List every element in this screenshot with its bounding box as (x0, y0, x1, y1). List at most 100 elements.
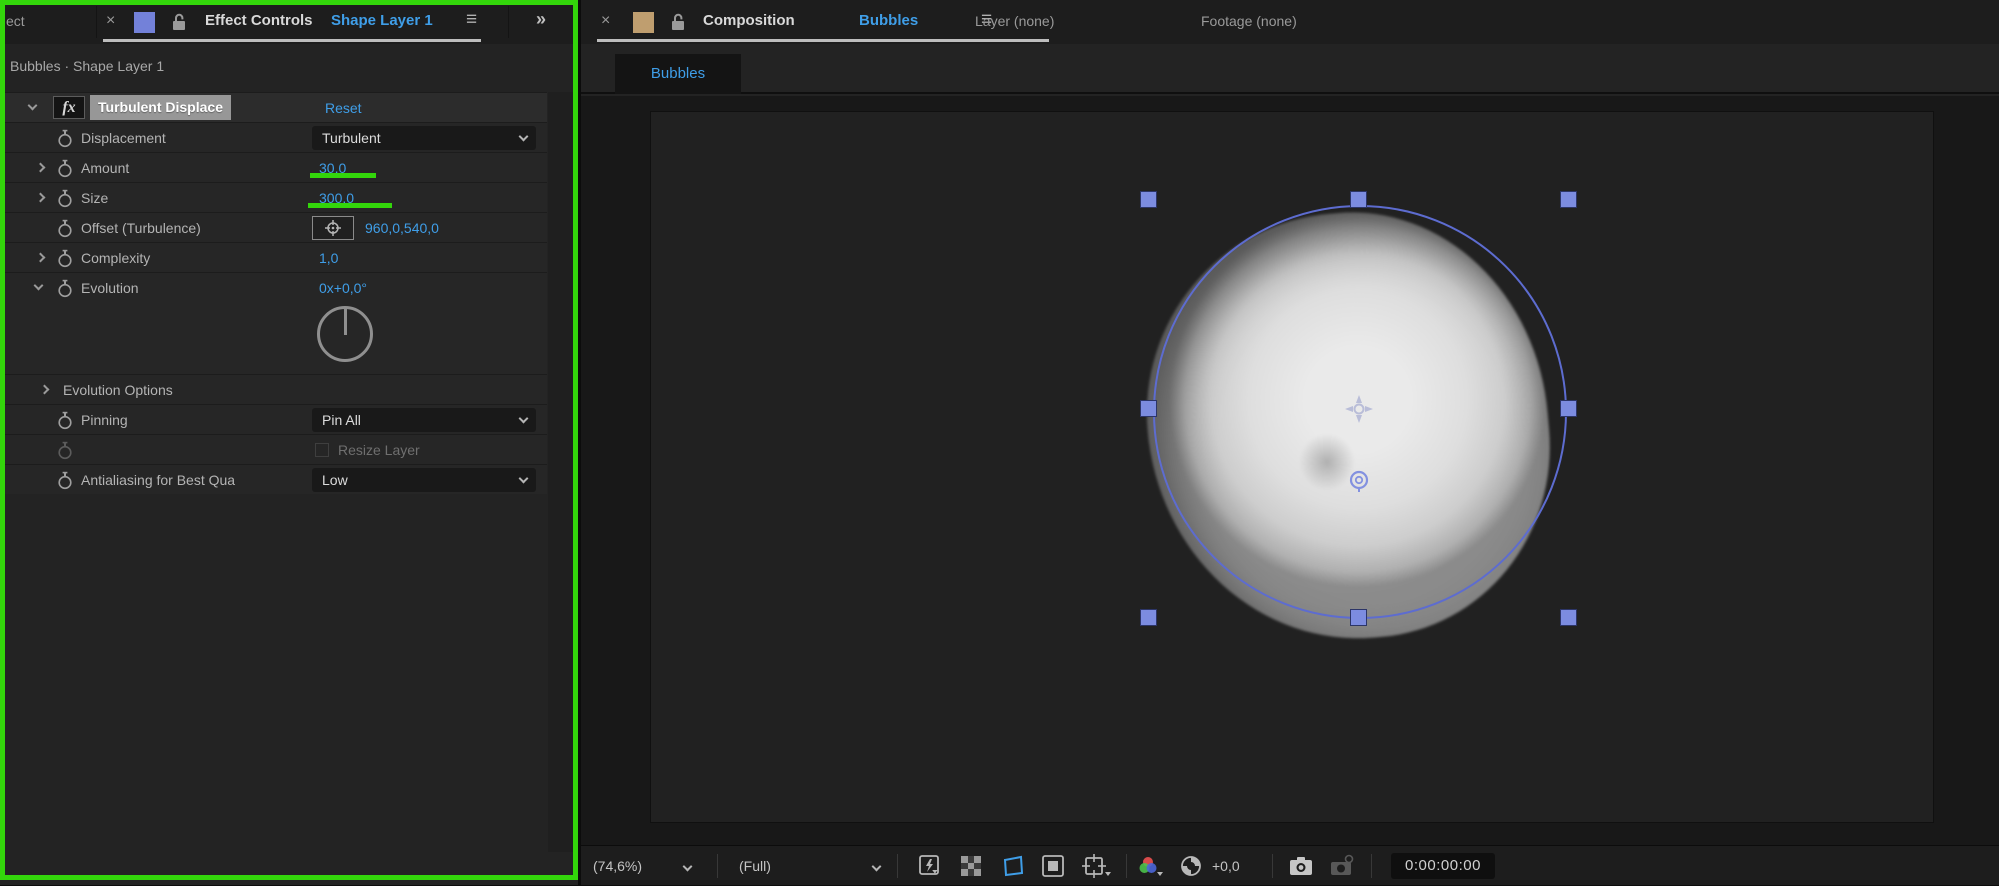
complexity-value[interactable]: 1,0 (319, 243, 338, 273)
panel-overflow-icon[interactable]: » (536, 9, 546, 30)
panel-color-swatch[interactable] (633, 12, 654, 33)
effect-name[interactable]: Turbulent Displace (90, 95, 231, 120)
viewer-tab-bubbles[interactable]: Bubbles (615, 54, 741, 94)
chevron-right-icon[interactable] (39, 384, 50, 395)
composition-frame (651, 112, 1933, 822)
tab-project-truncated[interactable]: ect (6, 13, 25, 29)
panel-title[interactable]: Composition (703, 12, 795, 29)
snapshot-camera-icon[interactable] (1288, 854, 1314, 878)
property-label: Displacement (81, 130, 166, 146)
viewer-tab-strip: Bubbles (581, 44, 1999, 94)
offset-value[interactable]: 960,0,540,0 (365, 213, 439, 243)
selection-handle[interactable] (1141, 610, 1156, 625)
composition-panel: × Composition Bubbles ≡ Layer (none) Foo… (581, 0, 1999, 885)
property-label: Size (81, 190, 109, 206)
scrollbar-track[interactable] (548, 92, 573, 852)
selection-handle[interactable] (1561, 610, 1576, 625)
property-label: Pinning (81, 412, 128, 428)
chevron-right-icon[interactable] (35, 252, 46, 263)
toolbar-separator (1126, 854, 1127, 878)
dropdown-value: Low (322, 472, 348, 488)
point-picker-button[interactable] (312, 216, 354, 240)
property-label: Complexity (81, 250, 151, 266)
stopwatch-icon[interactable] (57, 189, 73, 208)
unlock-icon[interactable] (170, 11, 188, 33)
group-label[interactable]: Evolution Options (63, 375, 173, 405)
resolution-dropdown[interactable]: (Full) (739, 846, 771, 886)
grid-guides-icon[interactable] (1082, 854, 1112, 878)
fx-badge-icon: fx (53, 96, 85, 119)
property-label: Amount (81, 160, 130, 176)
tab-layer[interactable]: Layer (none) (975, 13, 1054, 29)
evolution-value[interactable]: 0x+0,0° (319, 273, 367, 303)
property-label: Offset (Turbulence) (81, 220, 201, 236)
toolbar-separator (897, 854, 898, 878)
composition-tab-bar: × Composition Bubbles ≡ Layer (none) Foo… (581, 0, 1999, 44)
stopwatch-icon[interactable] (57, 219, 73, 238)
selection-handle[interactable] (1561, 192, 1576, 207)
dropdown-value: Turbulent (322, 130, 381, 146)
pinning-dropdown[interactable]: Pin All (312, 408, 536, 432)
antialiasing-dropdown[interactable]: Low (312, 468, 536, 492)
gradient-center-icon[interactable] (1346, 467, 1372, 493)
chevron-down-icon[interactable] (871, 861, 882, 872)
tab-footage[interactable]: Footage (none) (1201, 13, 1297, 29)
tab-separator (508, 6, 509, 38)
chevron-down-icon (518, 131, 529, 142)
effect-header-row[interactable]: fx Turbulent Displace Reset (5, 92, 547, 122)
selection-handle[interactable] (1351, 192, 1366, 207)
region-of-interest-icon[interactable] (1040, 854, 1066, 878)
chevron-down-icon[interactable] (682, 861, 693, 872)
close-tab-icon[interactable]: × (106, 12, 115, 30)
amount-value[interactable]: 30,0 (319, 153, 346, 183)
selection-handle[interactable] (1141, 401, 1156, 416)
active-tab-underline (597, 39, 1049, 42)
chevron-down-icon[interactable] (33, 280, 44, 291)
panel-target-layer[interactable]: Shape Layer 1 (331, 12, 433, 29)
row-antialiasing: Antialiasing for Best Qua Low (5, 464, 547, 494)
tab-separator (96, 6, 97, 38)
row-offset: Offset (Turbulence) 960,0,540,0 (5, 212, 547, 242)
property-label: Antialiasing for Best Qua (81, 472, 236, 488)
show-channels-icon[interactable] (1137, 854, 1163, 878)
unlock-icon[interactable] (669, 11, 687, 33)
row-displacement: Displacement Turbulent (5, 122, 547, 152)
panel-menu-icon[interactable]: ≡ (466, 9, 477, 31)
stopwatch-icon[interactable] (57, 471, 73, 490)
mask-visibility-icon[interactable] (1000, 854, 1026, 878)
stopwatch-icon[interactable] (57, 279, 73, 298)
close-tab-icon[interactable]: × (601, 12, 610, 30)
chevron-down-icon (518, 473, 529, 484)
show-snapshot-icon[interactable] (1329, 854, 1355, 878)
anchor-point-icon[interactable] (1343, 393, 1375, 425)
chevron-down-icon[interactable] (27, 100, 38, 111)
stopwatch-icon[interactable] (57, 249, 73, 268)
chevron-right-icon[interactable] (35, 162, 46, 173)
annotation-underline-size (308, 203, 392, 208)
stopwatch-icon[interactable] (57, 129, 73, 148)
reset-effect-link[interactable]: Reset (325, 93, 362, 123)
panel-title[interactable]: Effect Controls (205, 12, 313, 29)
stopwatch-icon[interactable] (57, 159, 73, 178)
selection-handle[interactable] (1561, 401, 1576, 416)
viewer-toolbar: (74,6%) (Full) +0,0 0:00:00:00 (581, 845, 1999, 885)
transparency-grid-icon[interactable] (958, 854, 984, 878)
panel-target-comp[interactable]: Bubbles (859, 12, 918, 29)
displacement-dropdown[interactable]: Turbulent (312, 126, 536, 150)
exposure-value[interactable]: +0,0 (1212, 846, 1240, 886)
resize-layer-checkbox[interactable] (315, 443, 329, 457)
timecode-display[interactable]: 0:00:00:00 (1391, 853, 1495, 879)
selection-handle[interactable] (1351, 610, 1366, 625)
size-value[interactable]: 300,0 (319, 183, 354, 213)
toolbar-separator (717, 854, 718, 878)
row-size: Size 300,0 (5, 182, 547, 212)
exposure-icon[interactable] (1178, 854, 1204, 878)
panel-color-swatch[interactable] (134, 12, 155, 33)
chevron-right-icon[interactable] (35, 192, 46, 203)
zoom-level-dropdown[interactable]: (74,6%) (593, 846, 642, 886)
composition-viewer[interactable] (581, 96, 1999, 845)
fast-previews-icon[interactable] (918, 854, 944, 878)
stopwatch-icon[interactable] (57, 411, 73, 430)
chevron-down-icon (518, 413, 529, 424)
selection-handle[interactable] (1141, 192, 1156, 207)
